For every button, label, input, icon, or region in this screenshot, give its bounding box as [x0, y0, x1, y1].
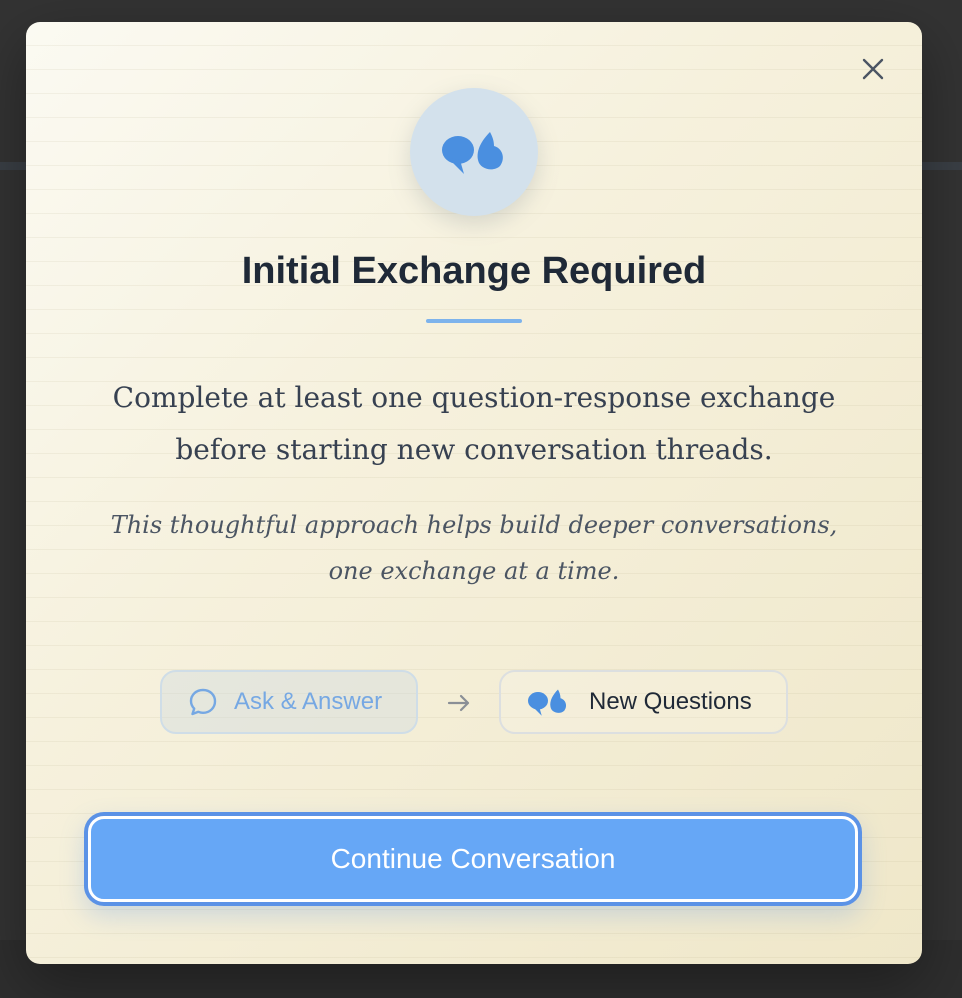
quote-bubbles-icon [528, 689, 567, 716]
arrow-right-icon [447, 694, 470, 712]
close-icon [862, 58, 884, 80]
progress-flow: Ask & Answer New Questions [26, 670, 922, 738]
dialog-body-text: Complete at least one question-response … [112, 381, 836, 466]
dialog-title: Initial Exchange Required [241, 250, 707, 292]
dialog-note-text: This thoughtful approach helps build dee… [110, 511, 838, 585]
chat-bubble-icon [189, 688, 217, 716]
initial-exchange-dialog: Initial Exchange Required Complete at le… [26, 22, 922, 964]
hero-icon-badge [410, 88, 538, 216]
continue-conversation-button-inner[interactable]: Continue Conversation [88, 816, 858, 902]
quote-bubbles-icon [442, 132, 503, 174]
step-ask-answer-label: Ask & Answer [234, 688, 383, 715]
continue-conversation-button[interactable]: Continue Conversation [84, 812, 862, 906]
continue-conversation-label: Continue Conversation [330, 843, 616, 874]
step-new-questions: New Questions [499, 670, 788, 734]
step-ask-answer: Ask & Answer [160, 670, 418, 734]
title-underline [426, 319, 522, 323]
step-new-questions-label: New Questions [589, 688, 752, 715]
close-button[interactable] [860, 56, 886, 82]
